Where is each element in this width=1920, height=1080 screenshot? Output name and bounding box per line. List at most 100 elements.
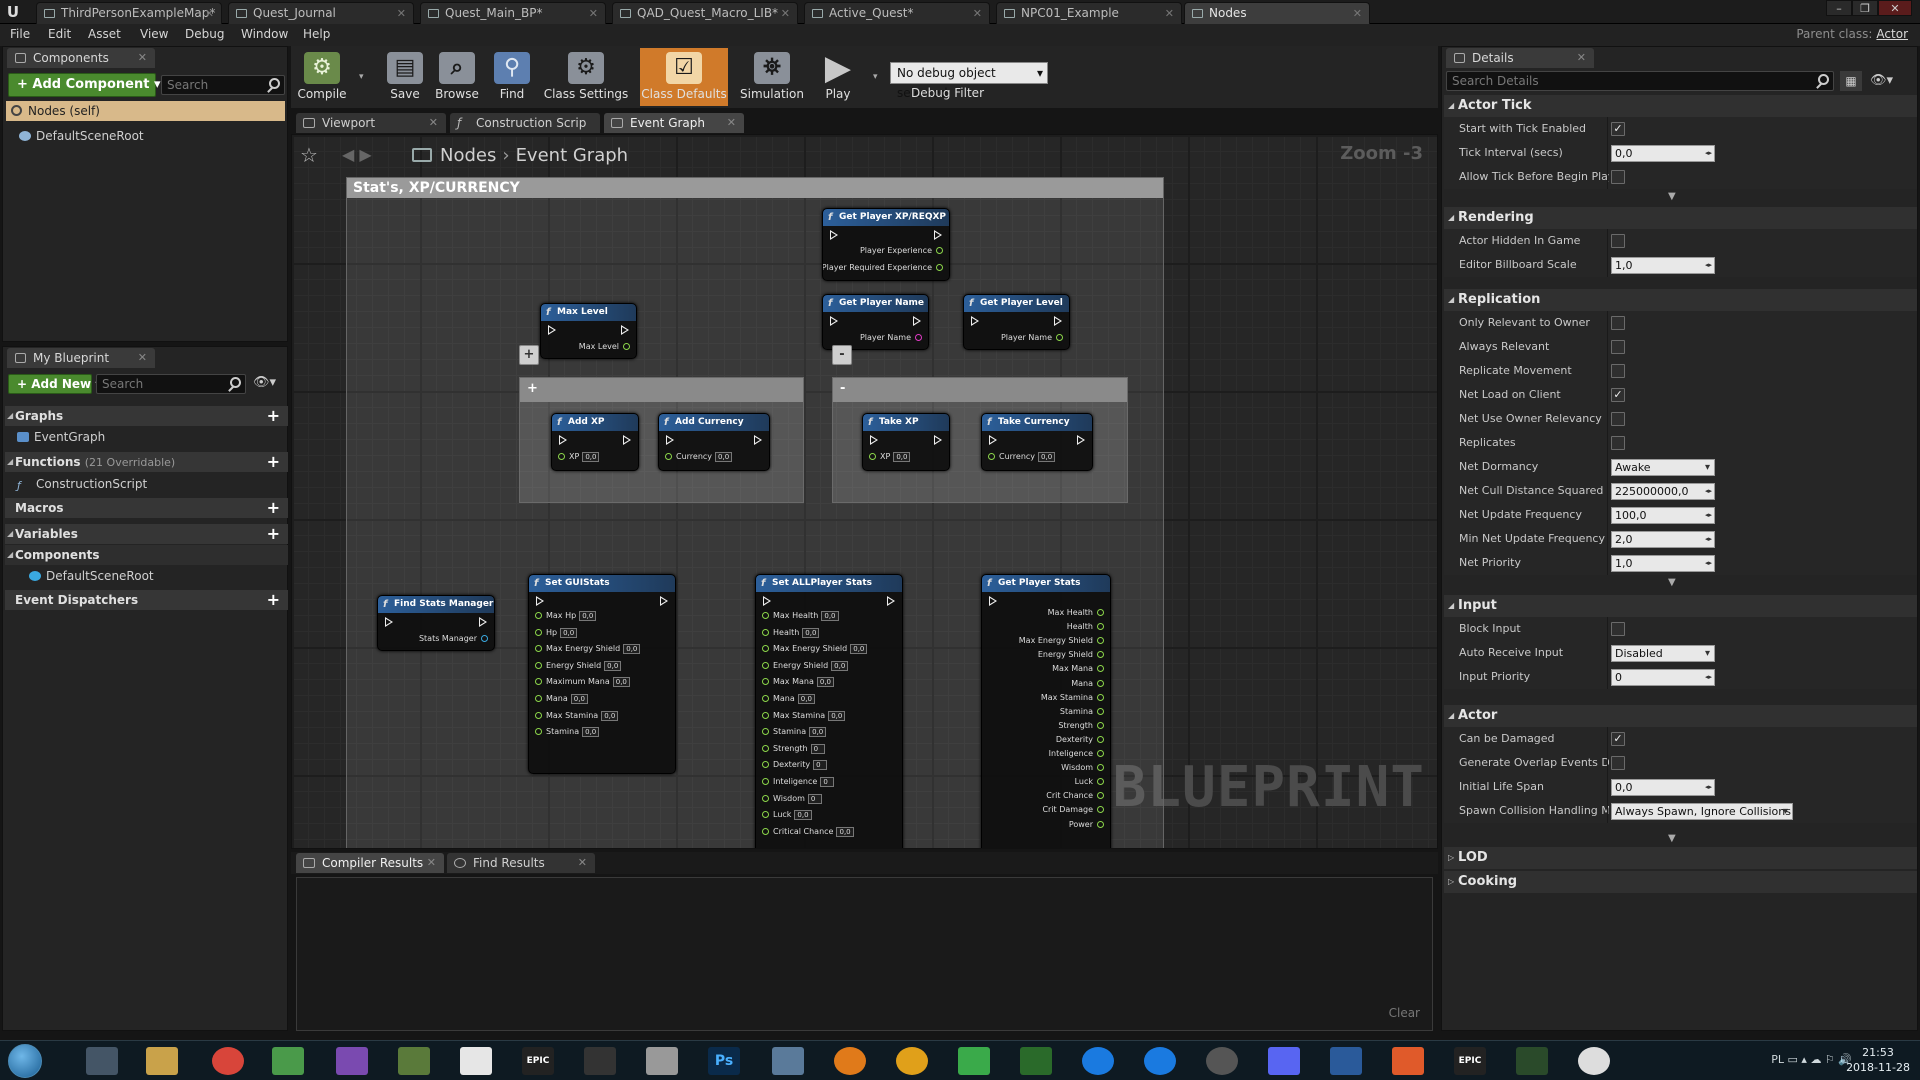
splitter[interactable] [1607,311,1608,335]
qt-icon[interactable] [958,1047,990,1075]
component-item-defaultsceneroot[interactable]: DefaultSceneRoot [29,569,154,583]
back-arrow-icon[interactable]: ◀ ▶ [342,145,372,164]
pin-input[interactable]: Stamina 0,0 [535,727,600,738]
close-icon[interactable]: ✕ [973,3,982,24]
auto-receive-select[interactable]: Disabled [1611,645,1715,662]
pin-xp[interactable]: XP 0,0 [869,452,911,462]
exec-out-pin[interactable] [934,435,942,445]
net-update-field[interactable]: 100,0 [1611,507,1715,524]
components-search-input[interactable]: Search [161,75,285,95]
tab-quest-journal[interactable]: Quest_Journal ✕ [228,2,414,24]
pin-input[interactable]: Luck 0,0 [762,810,812,821]
tab-npc01-example[interactable]: NPC01_Example ✕ [996,2,1182,24]
category-event-dispatchers[interactable]: Event Dispatchers + [5,590,288,610]
tab-find-results[interactable]: Find Results ✕ [447,853,595,873]
pin-output[interactable]: Crit Damage [1042,805,1104,814]
exec-in-pin[interactable] [385,617,393,627]
node-set-all-player-stats[interactable]: Set ALLPlayer Stats Max Health0,0Health0… [755,574,903,848]
menu-file[interactable]: File [10,27,30,41]
splitter[interactable] [1607,229,1608,253]
exec-in-pin[interactable] [830,316,838,326]
net-load-checkbox[interactable]: ✓ [1611,388,1625,402]
pin-value-input[interactable]: 0,0 [821,611,839,621]
node-find-stats-manager[interactable]: Find Stats Manager Stats Manager [377,595,495,651]
tray-icons[interactable]: ▭ ▴ ☁ ⚐ 🔊 [1788,1053,1852,1066]
pin-value-input[interactable]: 0,0 [850,644,868,655]
pin-value-input[interactable]: 0 [813,760,828,771]
pin-input[interactable]: Health 0,0 [762,627,820,638]
splitter[interactable] [1607,641,1608,665]
notepad-icon[interactable] [398,1047,430,1075]
pin-value-input[interactable]: 0,0 [623,644,641,655]
node-set-gui-stats[interactable]: Set GUIStats Max Hp0,0Hp0,0Max Energy Sh… [528,574,676,774]
pin-value-input[interactable]: 0,0 [893,452,911,462]
pin-value-input[interactable]: 0,0 [612,677,630,688]
find-button[interactable]: ⚲ Find [483,48,541,106]
pin-value-input[interactable]: 0,0 [836,826,854,837]
splitter[interactable] [1607,751,1608,775]
exec-out-pin[interactable] [621,325,629,335]
splitter[interactable] [1607,117,1608,141]
exec-out-pin[interactable] [479,617,487,627]
maximize-button[interactable]: ❐ [1852,0,1878,16]
category-functions[interactable]: ◢ Functions (21 Overridable) + [5,452,288,472]
pin-value-input[interactable]: 0,0 [582,452,600,462]
calculator-icon[interactable] [772,1047,804,1075]
node-take-currency[interactable]: Take Currency Currency0,0 [981,413,1093,471]
advanced-expand-icon[interactable]: ▼ [1668,191,1676,202]
pin-player-required-experience[interactable]: Player Required Experience [823,263,943,272]
category-variables[interactable]: ◢ Variables + [5,524,288,544]
pin-output[interactable]: Max Energy Shield [1019,636,1104,645]
blender-icon[interactable] [834,1047,866,1075]
splitter[interactable] [1607,431,1608,455]
file-explorer-icon[interactable] [146,1047,178,1075]
pin-output[interactable]: Max Stamina [1041,693,1104,702]
pin-input[interactable]: Stamina 0,0 [762,727,827,738]
clock[interactable]: 21:53 2018-11-28 [1846,1045,1910,1075]
start-with-tick-checkbox[interactable]: ✓ [1611,122,1625,136]
pin-output[interactable]: Dexterity [1056,735,1104,744]
pin-stats-manager[interactable]: Stats Manager [419,634,488,643]
pin-output[interactable]: Strength [1058,721,1104,730]
menu-debug[interactable]: Debug [185,27,224,41]
splitter[interactable] [1607,359,1608,383]
menu-help[interactable]: Help [303,27,330,41]
epic-games-icon[interactable]: EPIC [522,1047,554,1075]
splitter[interactable] [1607,503,1608,527]
browse-button[interactable]: ⌕ Browse [428,48,486,106]
pin-xp[interactable]: XP 0,0 [558,452,600,462]
blueprint-search-input[interactable]: Search [96,374,246,394]
tools-icon[interactable] [1020,1047,1052,1075]
pin-input[interactable]: Energy Shield 0,0 [762,660,849,671]
splitter[interactable] [1607,551,1608,575]
spawn-collision-select[interactable]: Always Spawn, Ignore Collisions [1611,803,1793,820]
paint-icon[interactable] [646,1047,678,1075]
close-icon[interactable]: ✕ [1577,48,1586,68]
minimize-button[interactable]: – [1826,0,1852,16]
close-icon[interactable]: ✕ [781,3,790,24]
pin-input[interactable]: Max Energy Shield 0,0 [535,644,641,655]
close-icon[interactable]: ✕ [1165,3,1174,24]
close-icon[interactable]: ✕ [427,853,436,873]
pin-output[interactable]: Health [1067,622,1104,631]
tab-active-quest[interactable]: Active_Quest* ✕ [804,2,990,24]
pin-value-input[interactable]: 0,0 [1038,452,1056,462]
close-icon[interactable]: ✕ [1353,3,1362,24]
add-new-button[interactable]: + Add New ▾ [8,374,101,394]
pin-value-input[interactable]: 0 [820,777,835,787]
exec-out-pin[interactable] [913,316,921,326]
splitter[interactable] [1607,407,1608,431]
pin-input[interactable]: Max Stamina 0,0 [535,710,619,721]
close-icon[interactable]: ✕ [138,348,147,368]
exec-in-pin[interactable] [548,325,556,335]
language-indicator[interactable]: PL [1771,1053,1784,1066]
visibility-eye-icon[interactable]: 👁▾ [253,375,276,390]
pin-input[interactable]: Inteligence 0 [762,777,835,787]
comment-title[interactable]: Stat's, XP/CURRENCY [347,178,1163,198]
comment-box-stats[interactable]: Stat's, XP/CURRENCY Get Player XP/REQXP … [346,177,1164,848]
menu-asset[interactable]: Asset [88,27,121,41]
plus-button[interactable]: + [519,345,539,365]
epic-games-icon[interactable]: EPIC [1454,1047,1486,1075]
allow-tick-checkbox[interactable] [1611,170,1625,184]
always-relevant-checkbox[interactable] [1611,340,1625,354]
